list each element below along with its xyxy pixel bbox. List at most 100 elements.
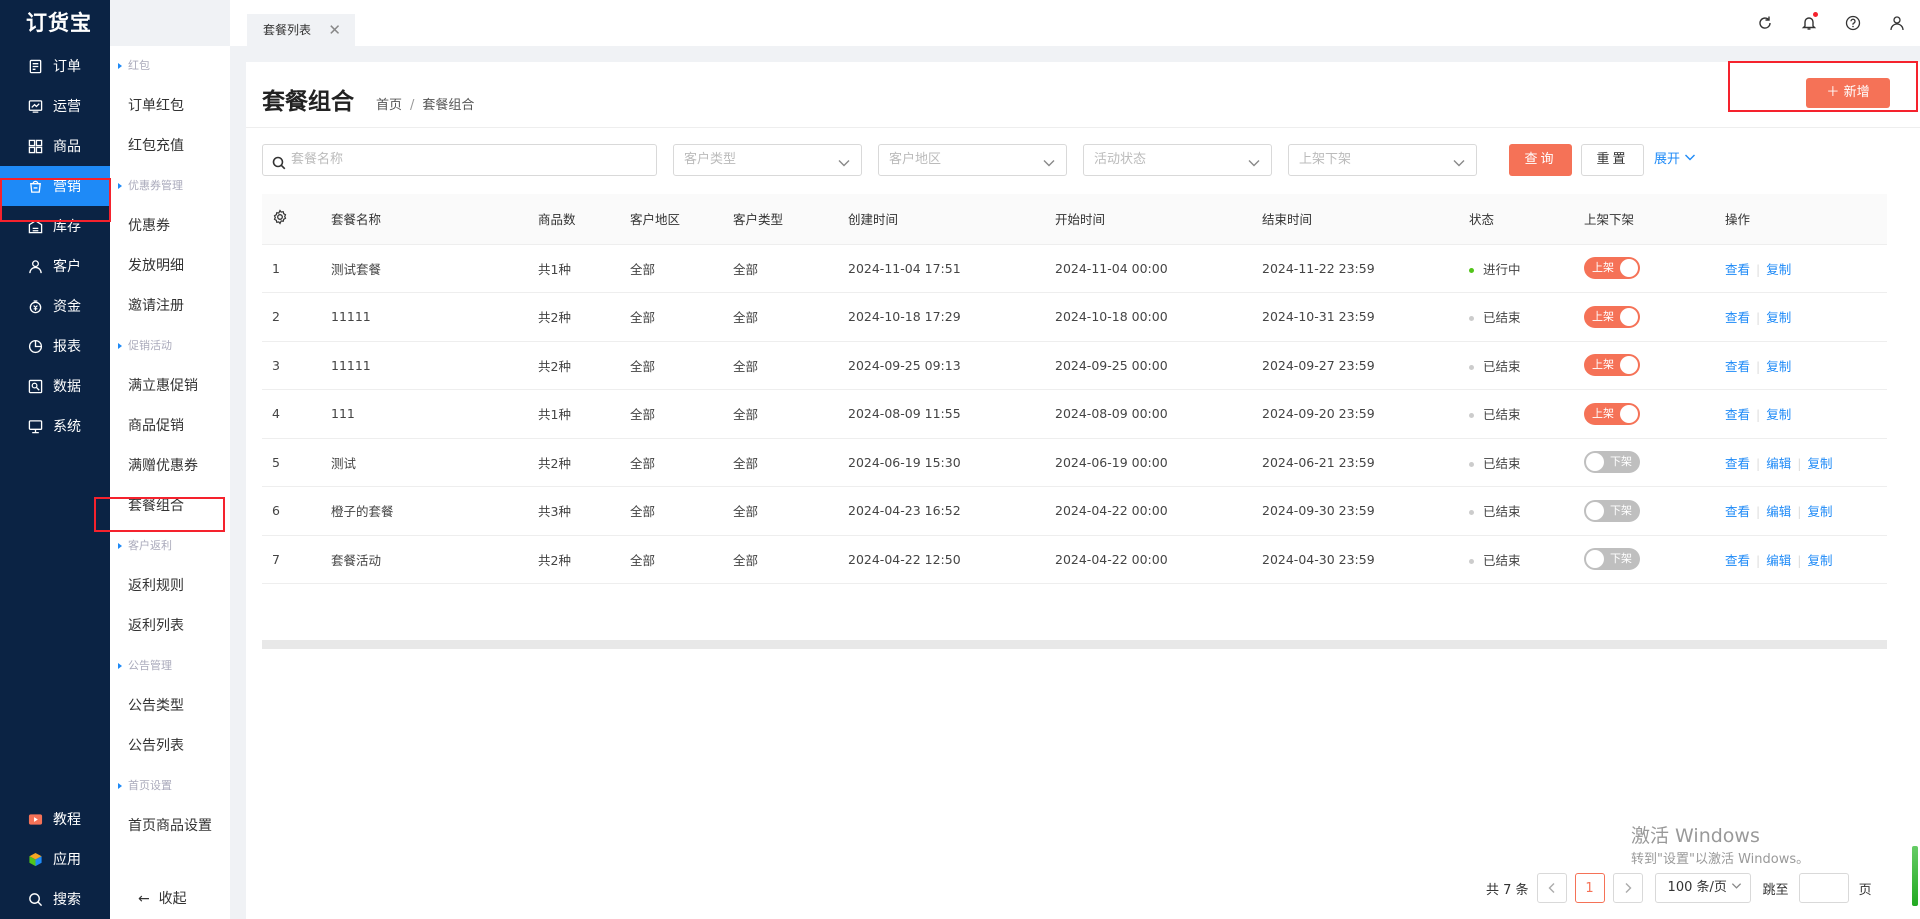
sub-nav-item[interactable]: 商品促销 — [110, 406, 230, 446]
sub-nav-item[interactable]: 公告列表 — [110, 726, 230, 766]
table-settings-cell — [262, 194, 321, 245]
notification-dot — [1813, 12, 1818, 17]
shelf-toggle[interactable]: 下架 — [1584, 499, 1640, 522]
search-icon — [272, 152, 286, 182]
sub-nav-item[interactable]: 发放明细 — [110, 246, 230, 286]
action-link[interactable]: 查看 — [1725, 504, 1750, 519]
nav-item-system[interactable]: 系统 — [0, 406, 110, 446]
action-link[interactable]: 复制 — [1766, 407, 1791, 422]
table-horizontal-scrollbar[interactable] — [262, 640, 1887, 649]
action-link[interactable]: 查看 — [1725, 310, 1750, 325]
prev-page-button[interactable] — [1536, 873, 1567, 903]
close-icon[interactable]: ✕ — [328, 14, 341, 46]
sub-nav-item[interactable]: 首页商品设置 — [110, 806, 230, 846]
money-icon — [27, 298, 43, 314]
shelf-toggle[interactable]: 上架 — [1584, 402, 1640, 425]
action-link[interactable]: 查看 — [1725, 553, 1750, 568]
action-link[interactable]: 复制 — [1807, 504, 1832, 519]
customer-type-select[interactable]: 客户类型 — [673, 144, 862, 176]
shelf-toggle[interactable]: 上架 — [1584, 257, 1640, 280]
customer-region: 全部 — [620, 486, 723, 536]
nav-item-operation[interactable]: 运营 — [0, 86, 110, 126]
sub-nav-item[interactable]: 订单红包 — [110, 86, 230, 126]
page-scrollbar[interactable] — [1912, 846, 1918, 906]
nav-item-apps[interactable]: 应用 — [0, 839, 110, 879]
activity-status-select[interactable]: 活动状态 — [1083, 144, 1272, 176]
collapse-button[interactable]: ← 收起 — [110, 879, 230, 919]
sub-nav-item[interactable]: 满赠优惠券 — [110, 446, 230, 486]
shelf-toggle[interactable]: 上架 — [1584, 305, 1640, 328]
page-1-button[interactable]: 1 — [1574, 873, 1605, 903]
nav-item-label: 系统 — [53, 419, 81, 435]
settings-gear-icon[interactable] — [272, 209, 288, 228]
search-input[interactable]: 套餐名称 — [262, 144, 657, 176]
goods-count: 共2种 — [528, 535, 620, 584]
shelf-toggle[interactable]: 下架 — [1584, 548, 1640, 571]
nav-item-tutorial[interactable]: 教程 — [0, 799, 110, 839]
nav-item-goods[interactable]: 商品 — [0, 126, 110, 166]
refresh-icon[interactable] — [1756, 14, 1774, 32]
sub-nav-item[interactable]: 返利列表 — [110, 606, 230, 646]
sub-nav-item[interactable]: 返利规则 — [110, 566, 230, 606]
bell-icon[interactable] — [1800, 12, 1818, 32]
customer-region-select[interactable]: 客户地区 — [878, 144, 1067, 176]
actions-cell: 查看 | 编辑 | 复制 — [1715, 535, 1887, 584]
action-link[interactable]: 复制 — [1766, 359, 1791, 374]
customer-type: 全部 — [723, 244, 838, 293]
action-link[interactable]: 复制 — [1807, 456, 1832, 471]
end-time: 2024-09-27 23:59 — [1252, 341, 1459, 390]
reset-button[interactable]: 重置 — [1581, 144, 1644, 176]
sub-nav-item[interactable]: 红包充值 — [110, 126, 230, 166]
chevron-left-icon — [1548, 883, 1555, 893]
sub-nav-item[interactable]: 满立惠促销 — [110, 366, 230, 406]
nav-item-search[interactable]: 搜索 — [0, 879, 110, 919]
query-button[interactable]: 查询 — [1509, 144, 1572, 176]
shelf-toggle[interactable]: 下架 — [1584, 451, 1640, 474]
action-link[interactable]: 编辑 — [1766, 553, 1791, 568]
nav-item-data[interactable]: 数据 — [0, 366, 110, 406]
chevron-down-icon — [1452, 152, 1466, 182]
col-status: 状态 — [1459, 194, 1574, 245]
action-link[interactable]: 复制 — [1766, 310, 1791, 325]
shelf-toggle[interactable]: 上架 — [1584, 354, 1640, 377]
goods-count: 共2种 — [528, 438, 620, 487]
action-link[interactable]: 查看 — [1725, 359, 1750, 374]
main-content: 套餐组合 首页 / 套餐组合 ＋ 新增 套餐名称 客户类型 客户地区 活动状态 上架… — [246, 62, 1920, 919]
nav-item-order[interactable]: 订单 — [0, 46, 110, 86]
toggle-knob — [1586, 550, 1604, 569]
status-text: 已结束 — [1483, 310, 1521, 326]
toggle-label: 下架 — [1610, 552, 1632, 566]
action-link[interactable]: 复制 — [1766, 262, 1791, 277]
next-page-button[interactable] — [1612, 873, 1643, 903]
goods-count: 共2种 — [528, 341, 620, 390]
action-link[interactable]: 复制 — [1807, 553, 1832, 568]
actions-cell: 查看 | 复制 — [1715, 389, 1887, 439]
toggle-label: 下架 — [1610, 455, 1632, 469]
action-link[interactable]: 编辑 — [1766, 456, 1791, 471]
nav-item-money[interactable]: 资金 — [0, 286, 110, 326]
nav-item-customer[interactable]: 客户 — [0, 246, 110, 286]
action-link[interactable]: 查看 — [1725, 456, 1750, 471]
action-link[interactable]: 查看 — [1725, 262, 1750, 277]
sub-nav-item[interactable]: 优惠券 — [110, 206, 230, 246]
breadcrumb-home[interactable]: 首页 — [376, 98, 402, 113]
sub-nav-item[interactable]: 邀请注册 — [110, 286, 230, 326]
report-icon — [27, 338, 43, 354]
help-icon[interactable] — [1844, 14, 1862, 32]
nav-item-report[interactable]: 报表 — [0, 326, 110, 366]
action-link[interactable]: 查看 — [1725, 407, 1750, 422]
end-time: 2024-09-30 23:59 — [1252, 486, 1459, 536]
page-size-select[interactable]: 100 条/页 — [1654, 873, 1751, 903]
user-icon[interactable] — [1888, 14, 1906, 32]
jump-page-input[interactable] — [1798, 873, 1849, 903]
package-name: 测试 — [321, 438, 528, 487]
sub-nav-item[interactable]: 公告类型 — [110, 686, 230, 726]
shelf-status-select[interactable]: 上架下架 — [1288, 144, 1477, 176]
action-link[interactable]: 编辑 — [1766, 504, 1791, 519]
main-nav-bottom: 教程 应用 搜索 — [0, 799, 110, 919]
tab-package-list[interactable]: 套餐列表 ✕ — [247, 14, 355, 46]
expand-button[interactable]: 展开 — [1654, 144, 1696, 176]
data-icon — [27, 378, 43, 394]
app-root: 订货宝 订单 运营 商品 营销 库存 客户 资金 报表 数据 系统 教程 应用 搜索 红包 订单红包 红包… — [0, 0, 1920, 919]
nav-item-label: 运营 — [53, 99, 81, 115]
